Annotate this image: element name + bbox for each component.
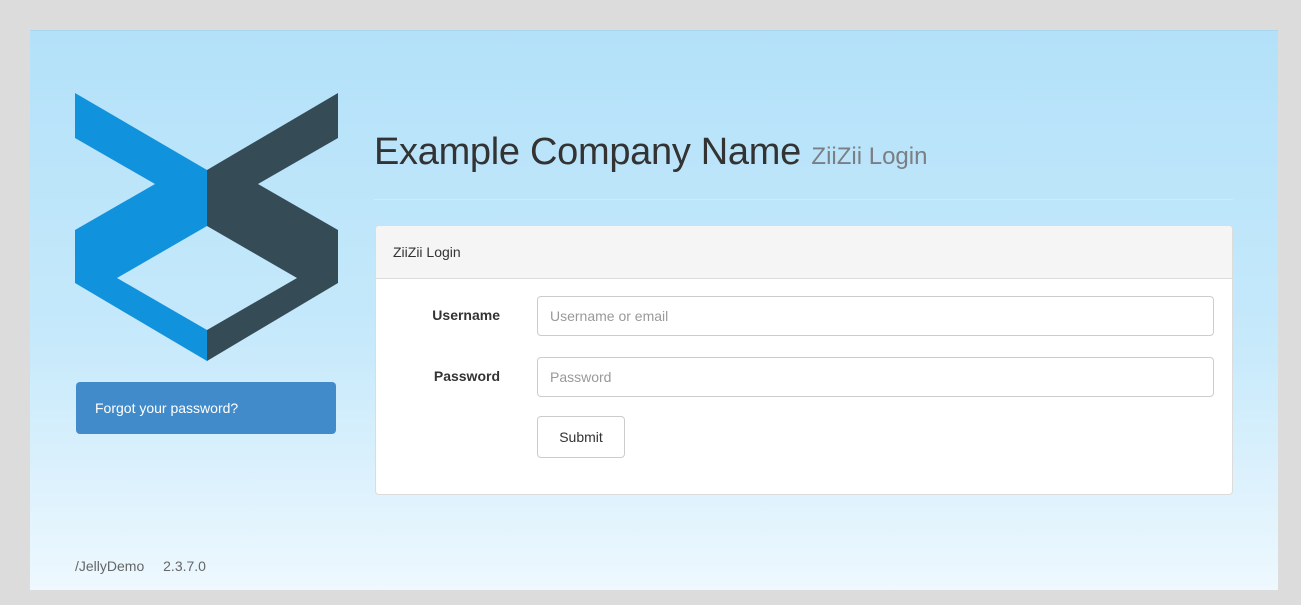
login-panel-title: ZiiZii Login bbox=[376, 226, 1232, 279]
submit-button[interactable]: Submit bbox=[537, 416, 625, 458]
page-title: Example Company Name ZiiZii Login bbox=[374, 131, 927, 174]
heading-divider bbox=[374, 199, 1233, 200]
password-label: Password bbox=[433, 368, 500, 384]
login-banner: Forgot your password? Example Company Na… bbox=[30, 30, 1278, 590]
page-subtitle: ZiiZii Login bbox=[811, 143, 928, 170]
password-input[interactable] bbox=[537, 357, 1214, 397]
forgot-password-button[interactable]: Forgot your password? bbox=[76, 382, 336, 434]
app-path: /JellyDemo bbox=[75, 558, 145, 574]
username-label: Username bbox=[432, 307, 500, 323]
login-panel: ZiiZii Login Username Password Submit bbox=[375, 225, 1233, 495]
username-input[interactable] bbox=[537, 296, 1214, 336]
company-name: Example Company Name bbox=[374, 131, 801, 173]
logo-dark-shape bbox=[207, 93, 338, 361]
logo-blue-shape bbox=[75, 93, 207, 361]
app-version: 2.3.7.0 bbox=[163, 558, 206, 574]
company-logo-icon bbox=[75, 93, 338, 361]
footer: /JellyDemo 2.3.7.0 bbox=[75, 558, 206, 574]
